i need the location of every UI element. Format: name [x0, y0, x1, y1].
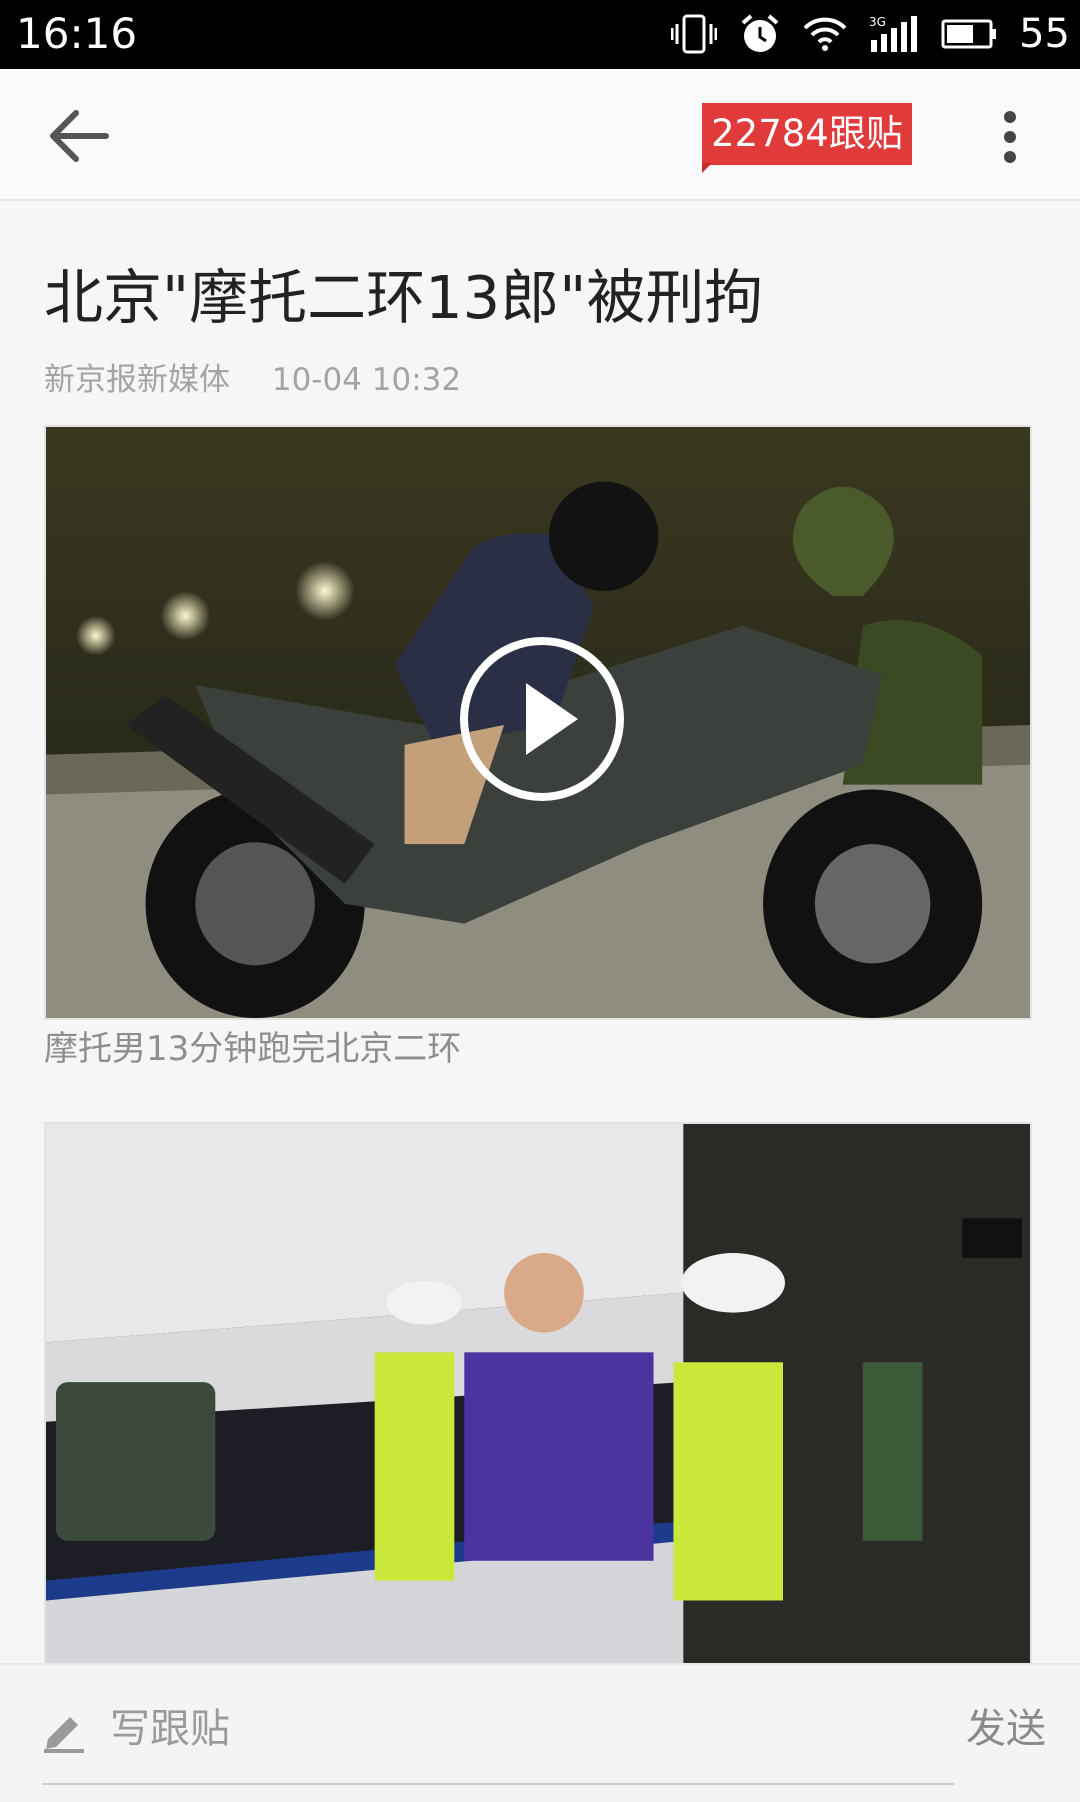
comment-badge-tail: [702, 163, 712, 173]
pencil-icon: [44, 1717, 84, 1753]
vibrate-icon: [671, 14, 718, 54]
send-button[interactable]: 发送: [966, 1699, 1046, 1759]
status-time: 16:16: [16, 9, 138, 58]
video-caption: 摩托男13分钟跑完北京二环: [44, 1029, 462, 1069]
alarm-icon: [741, 14, 779, 52]
comment-composer: 写跟贴 发送: [0, 1663, 1080, 1802]
play-icon[interactable]: [460, 637, 624, 801]
article-photo[interactable]: [44, 1122, 1032, 1668]
signal-3g-icon: 3G: [869, 15, 918, 52]
article-toolbar: 22784跟贴: [0, 69, 1080, 201]
more-options-icon[interactable]: [996, 109, 1032, 165]
wifi-icon: [803, 17, 847, 51]
battery-level: 55: [1019, 11, 1070, 57]
article-source[interactable]: 新京报新媒体: [44, 362, 230, 398]
article-meta: 新京报新媒体 10-04 10:32: [44, 358, 493, 402]
svg-text:3G: 3G: [869, 15, 886, 29]
status-icons: 3G 55: [671, 8, 1070, 60]
status-bar: 16:16 3G 55: [0, 0, 1080, 69]
article-datetime: 10-04 10:32: [271, 362, 462, 398]
video-player[interactable]: [44, 425, 1032, 1020]
article-title: 北京"摩托二环13郎"被刑拘: [44, 263, 764, 332]
back-arrow-icon[interactable]: [44, 105, 110, 167]
battery-icon: [941, 19, 997, 49]
photo-image: [46, 1124, 1030, 1666]
comment-placeholder: 写跟贴: [110, 1706, 230, 1752]
comment-input[interactable]: 写跟贴: [42, 1687, 954, 1785]
comment-count-button[interactable]: 22784跟贴: [702, 103, 912, 165]
